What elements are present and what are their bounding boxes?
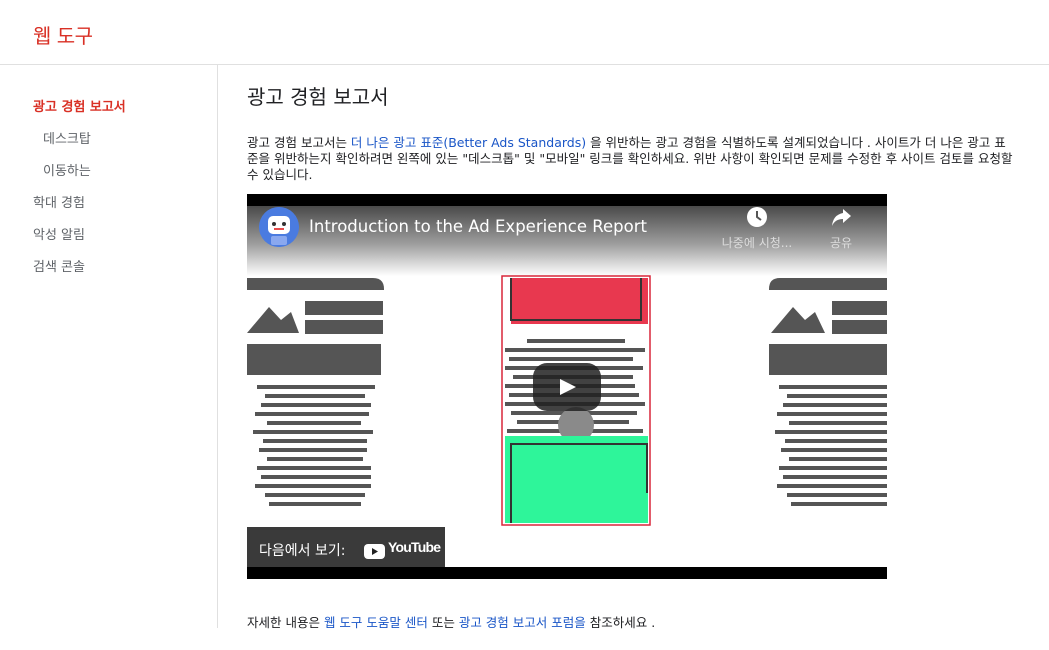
video-letterbox-top bbox=[247, 194, 887, 206]
sidebar-item-search-console[interactable]: 검색 콘솔 bbox=[33, 256, 85, 275]
video-title[interactable]: Introduction to the Ad Experience Report bbox=[309, 217, 647, 236]
sidebar-item-ad-experience-report[interactable]: 광고 경험 보고서 bbox=[33, 96, 126, 115]
watch-later-button[interactable]: 나중에 시청... bbox=[717, 206, 797, 251]
video-player[interactable]: Introduction to the Ad Experience Report… bbox=[247, 194, 887, 579]
sidebar: 광고 경험 보고서 데스크탑 이동하는 학대 경험 악성 알림 검색 콘솔 bbox=[0, 65, 218, 628]
intro-text-start: 광고 경험 보고서는 bbox=[247, 135, 351, 150]
clock-icon bbox=[747, 207, 767, 227]
youtube-logo: YouTube bbox=[364, 539, 441, 559]
play-button[interactable] bbox=[533, 363, 601, 411]
main-content: 광고 경험 보고서 광고 경험 보고서는 더 나은 광고 표준(Better A… bbox=[219, 65, 1049, 650]
intro-paragraph: 광고 경험 보고서는 더 나은 광고 표준(Better Ads Standar… bbox=[247, 135, 1017, 183]
header: 웹 도구 bbox=[0, 0, 1049, 65]
share-button[interactable]: 공유 bbox=[801, 206, 881, 251]
share-icon bbox=[832, 209, 851, 226]
video-letterbox-bottom bbox=[247, 567, 887, 579]
sidebar-item-mobile[interactable]: 이동하는 bbox=[43, 160, 91, 179]
watch-later-label: 나중에 시청... bbox=[721, 236, 793, 250]
forum-link[interactable]: 광고 경험 보고서 포럼을 bbox=[459, 615, 586, 630]
footer-prefix: 자세한 내용은 bbox=[247, 615, 324, 630]
footer-middle: 또는 bbox=[427, 615, 459, 630]
footer-paragraph: 자세한 내용은 웹 도구 도움말 센터 또는 광고 경험 보고서 포럼을 참조하… bbox=[247, 612, 655, 631]
help-center-link[interactable]: 웹 도구 도움말 센터 bbox=[324, 615, 428, 630]
brand-title[interactable]: 웹 도구 bbox=[33, 20, 93, 49]
share-label: 공유 bbox=[829, 236, 853, 250]
footer-suffix: 참조하세요 . bbox=[585, 615, 656, 630]
sidebar-item-desktop[interactable]: 데스크탑 bbox=[43, 128, 91, 147]
watch-on-label: 다음에서 보기: bbox=[259, 543, 346, 559]
sidebar-item-abusive-notifications[interactable]: 악성 알림 bbox=[33, 224, 85, 243]
sidebar-item-abusive-experiences[interactable]: 학대 경험 bbox=[33, 192, 85, 211]
better-ads-standards-link[interactable]: 더 나은 광고 표준(Better Ads Standards) bbox=[351, 135, 586, 150]
channel-avatar-icon[interactable] bbox=[259, 207, 299, 247]
watch-on-youtube-button[interactable]: 다음에서 보기: YouTube bbox=[247, 527, 445, 567]
youtube-wordmark: YouTube bbox=[388, 539, 441, 555]
play-icon bbox=[560, 379, 576, 395]
page-title: 광고 경험 보고서 bbox=[247, 85, 389, 109]
